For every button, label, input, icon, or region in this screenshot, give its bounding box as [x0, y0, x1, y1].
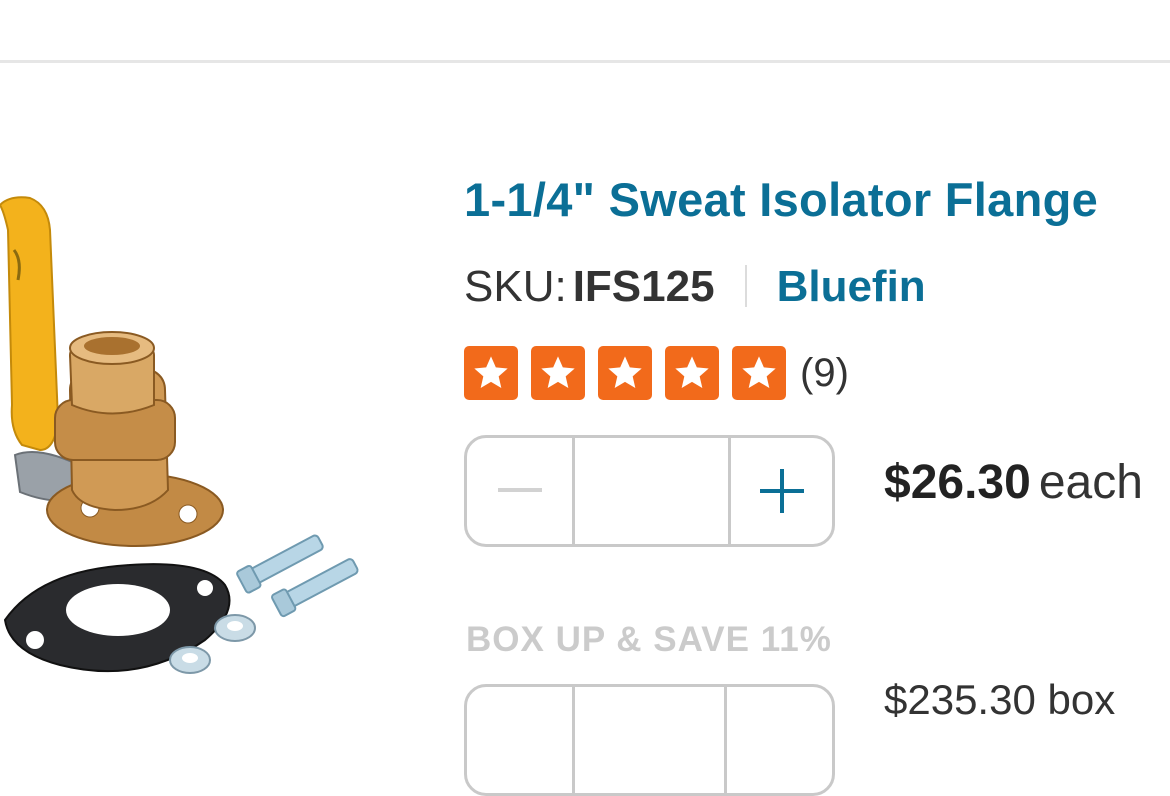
- header-divider: [0, 60, 1170, 63]
- review-count[interactable]: (9): [800, 351, 849, 396]
- sku-value: IFS125: [572, 262, 715, 311]
- product-meta: SKU: IFS125 Bluefin: [464, 262, 926, 314]
- decrease-quantity-button[interactable]: [467, 438, 575, 544]
- star-rating: [464, 346, 786, 400]
- sku-label: SKU:: [464, 262, 567, 311]
- box-decrease-button[interactable]: [467, 687, 575, 793]
- quantity-stepper: [464, 435, 835, 547]
- star-icon: [464, 346, 518, 400]
- price-unit: each: [1038, 456, 1143, 509]
- box-price: $235.30 box: [884, 676, 1116, 723]
- product-title[interactable]: 1-1/4" Sweat Isolator Flange: [464, 172, 1098, 227]
- meta-divider: [744, 265, 747, 307]
- quantity-input[interactable]: [575, 438, 728, 544]
- star-icon: [732, 346, 786, 400]
- unit-price: $26.30: [884, 456, 1031, 509]
- product-image[interactable]: [0, 190, 380, 697]
- brand-link[interactable]: Bluefin: [777, 262, 926, 311]
- price-row: $26.30 each: [884, 455, 1143, 510]
- star-icon: [531, 346, 585, 400]
- box-up-label: BOX UP & SAVE 11%: [466, 620, 832, 659]
- plus-icon: [759, 469, 804, 513]
- star-icon: [665, 346, 719, 400]
- box-quantity-input[interactable]: [575, 687, 727, 793]
- increase-quantity-button[interactable]: [728, 438, 832, 544]
- rating[interactable]: (9): [464, 346, 849, 400]
- star-icon: [598, 346, 652, 400]
- minus-icon: [497, 488, 542, 492]
- box-quantity-stepper: [464, 684, 835, 796]
- isolator-flange-image: [0, 196, 359, 674]
